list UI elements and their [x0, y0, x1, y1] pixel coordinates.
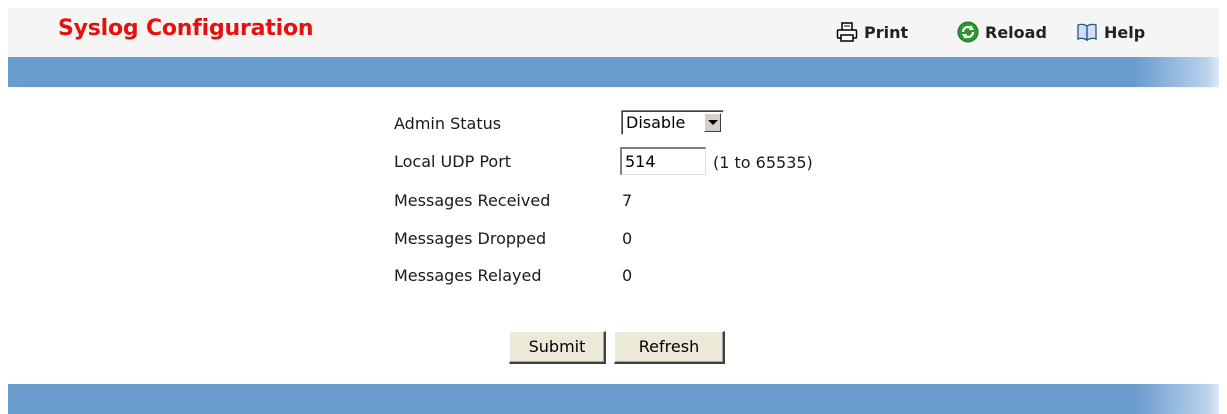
print-label: Print [864, 22, 909, 42]
header-divider-bar [8, 57, 1219, 87]
help-label: Help [1104, 22, 1146, 42]
footer-bar [8, 384, 1219, 414]
messages-received-value: 7 [622, 191, 633, 210]
messages-relayed-value: 0 [622, 266, 633, 285]
help-button[interactable]: Help [1076, 20, 1145, 44]
reload-button[interactable]: Reload [957, 20, 1047, 44]
messages-dropped-label: Messages Dropped [394, 229, 547, 248]
udp-port-range-hint: (1 to 65535) [713, 153, 813, 172]
print-button[interactable]: Print [836, 20, 908, 44]
messages-relayed-label: Messages Relayed [394, 266, 542, 285]
admin-status-selected-value: Disable [626, 113, 686, 132]
admin-status-label: Admin Status [394, 114, 502, 133]
reload-icon [957, 21, 979, 43]
chevron-down-icon[interactable] [704, 113, 721, 132]
submit-button[interactable]: Submit [509, 331, 606, 364]
refresh-button[interactable]: Refresh [614, 331, 725, 364]
page-title: Syslog Configuration [58, 16, 314, 41]
page: Syslog Configuration Print Reload Help A… [0, 0, 1227, 414]
printer-icon [836, 22, 858, 42]
admin-status-select[interactable]: Disable [621, 110, 724, 135]
reload-label: Reload [985, 22, 1047, 42]
messages-received-label: Messages Received [394, 191, 551, 210]
book-icon [1076, 22, 1098, 42]
local-udp-port-input[interactable] [620, 147, 706, 175]
local-udp-port-label: Local UDP Port [394, 152, 512, 171]
messages-dropped-value: 0 [622, 229, 633, 248]
